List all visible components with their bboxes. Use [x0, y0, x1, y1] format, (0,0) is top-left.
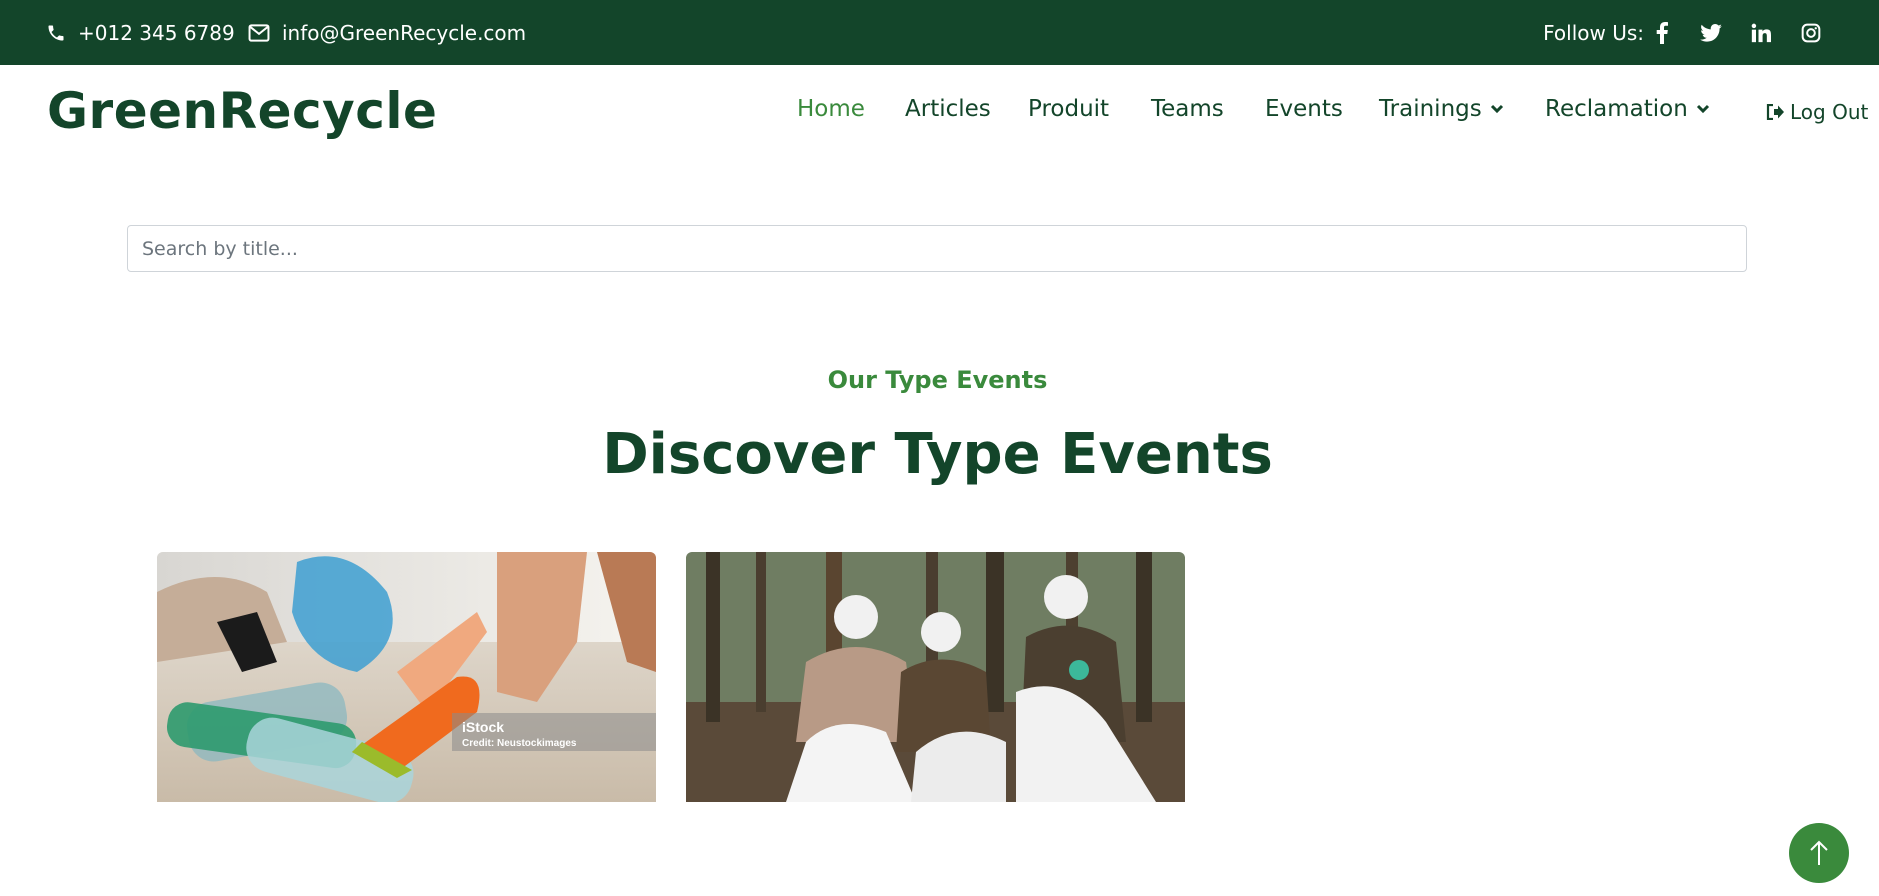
event-type-card[interactable] [686, 552, 1185, 802]
instagram-icon[interactable] [1796, 18, 1826, 48]
follow-us-label: Follow Us: [1543, 20, 1644, 45]
event-image-beach-cleanup: iStock Credit: Neustockimages [157, 552, 656, 802]
facebook-icon[interactable] [1647, 18, 1677, 48]
twitter-icon[interactable] [1696, 18, 1726, 48]
nav-produit-label: Produit [1028, 96, 1110, 122]
chevron-down-icon [1490, 104, 1503, 114]
phone-icon [48, 25, 64, 40]
nav-events[interactable]: Events [1265, 96, 1343, 122]
email-text[interactable]: info@GreenRecycle.com [282, 21, 526, 45]
nav-produit[interactable]: Produit [1028, 96, 1109, 122]
section-title: Discover Type Events [602, 422, 1273, 487]
watermark-text: iStock [462, 719, 504, 735]
nav-articles-label: Articles [905, 96, 991, 122]
search-input[interactable] [127, 225, 1747, 272]
back-to-top-button[interactable] [1789, 823, 1849, 883]
nav-home-label: Home [797, 96, 865, 122]
event-image-forest-cleanup [686, 552, 1185, 802]
nav-articles[interactable]: Articles [905, 96, 991, 122]
logout-button[interactable]: Log Out [1766, 100, 1868, 124]
nav-trainings-label: Trainings [1379, 96, 1482, 122]
arrow-up-icon [1810, 840, 1828, 865]
nav-reclamation-label: Reclamation [1545, 96, 1688, 122]
nav-trainings-dropdown[interactable]: Trainings [1379, 96, 1504, 122]
logout-label: Log Out [1790, 100, 1869, 124]
brand-logo[interactable]: GreenRecycle [47, 82, 437, 140]
nav-home[interactable]: Home [797, 96, 865, 122]
nav-teams[interactable]: Teams [1151, 96, 1224, 122]
sign-out-icon [1766, 104, 1784, 120]
chevron-down-icon [1696, 104, 1709, 114]
credit-text: Credit: Neustockimages [462, 738, 577, 749]
top-bar: +012 345 6789 info@GreenRecycle.com Foll… [0, 0, 1879, 65]
section-subtitle: Our Type Events [827, 366, 1048, 394]
phone-text: +012 345 6789 [78, 20, 235, 45]
event-type-card[interactable]: iStock Credit: Neustockimages [157, 552, 656, 802]
nav-reclamation-dropdown[interactable]: Reclamation [1545, 96, 1710, 122]
contact-email[interactable]: info@GreenRecycle.com [248, 0, 526, 65]
linkedin-icon[interactable] [1746, 18, 1776, 48]
nav-events-label: Events [1265, 96, 1343, 122]
contact-phone: +012 345 6789 [46, 0, 235, 65]
envelope-icon [248, 23, 270, 42]
nav-teams-label: Teams [1151, 96, 1224, 122]
